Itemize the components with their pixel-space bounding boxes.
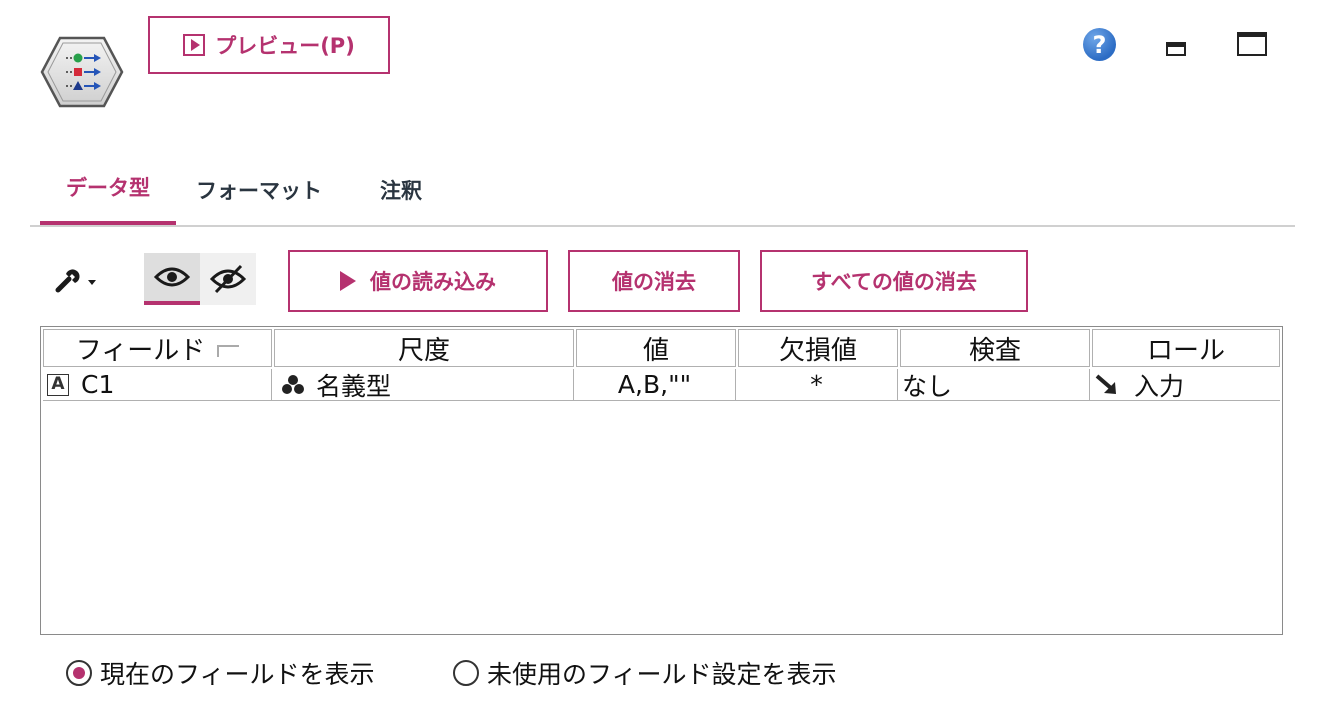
preview-button-label: プレビュー(P)	[215, 34, 355, 58]
table-cell-field[interactable]: A C1	[43, 369, 272, 401]
column-header-measure[interactable]: 尺度	[274, 329, 574, 367]
type-node-icon	[40, 36, 124, 108]
column-header-measure-label: 尺度	[397, 335, 450, 366]
field-name: C1	[81, 370, 115, 399]
missing-value: *	[810, 370, 823, 399]
eye-icon[interactable]	[144, 253, 200, 305]
table-cell-check[interactable]: なし	[898, 369, 1090, 401]
column-header-role[interactable]: ロール	[1092, 329, 1280, 367]
column-header-field[interactable]: フィールド	[43, 329, 272, 367]
column-header-values-label: 値	[642, 335, 669, 366]
tab-data-type[interactable]: データ型	[40, 165, 176, 225]
clear-all-values-button[interactable]: すべての値の消去	[760, 250, 1028, 312]
column-header-missing-label: 欠損値	[778, 335, 857, 366]
clear-values-label: 値の消去	[612, 270, 696, 294]
column-header-check-label: 検査	[968, 335, 1021, 366]
table-cell-role[interactable]: 入力	[1090, 369, 1280, 401]
column-header-role-label: ロール	[1146, 335, 1225, 366]
help-icon-glyph: ?	[1092, 30, 1107, 59]
table-cell-values[interactable]: A,B,""	[574, 369, 736, 401]
measure-value: 名義型	[316, 371, 392, 401]
text-type-icon: A	[47, 373, 69, 396]
check-value: なし	[902, 371, 953, 401]
values-value: A,B,""	[617, 370, 692, 399]
show-current-fields-radio[interactable]: 現在のフィールドを表示	[66, 655, 375, 691]
read-values-button[interactable]: 値の読み込み	[288, 250, 548, 312]
clear-values-button[interactable]: 値の消去	[568, 250, 740, 312]
read-values-label: 値の読み込み	[370, 270, 496, 294]
table-cell-measure[interactable]: 名義型	[272, 369, 574, 401]
tab-data-type-label: データ型	[66, 176, 150, 200]
column-header-values[interactable]: 値	[576, 329, 736, 367]
tab-format-label: フォーマット	[196, 179, 322, 203]
tab-annotation-label: 注釈	[380, 179, 422, 203]
input-role-arrow-icon	[1095, 373, 1116, 394]
show-unused-fields-radio[interactable]: 未使用のフィールド設定を表示	[453, 655, 837, 691]
radio-unselected-indicator	[453, 660, 479, 686]
text-type-glyph: A	[51, 374, 65, 394]
tab-format[interactable]: フォーマット	[196, 165, 346, 225]
tab-annotation[interactable]: 注釈	[380, 165, 440, 225]
sort-indicator-icon	[217, 345, 240, 357]
clear-all-values-label: すべての値の消去	[811, 270, 977, 294]
column-header-missing[interactable]: 欠損値	[738, 329, 898, 367]
preview-button[interactable]: プレビュー(P)	[148, 16, 390, 74]
play-icon	[340, 271, 356, 291]
radio-selected-indicator	[66, 660, 92, 686]
show-unused-fields-label: 未使用のフィールド設定を表示	[487, 660, 837, 689]
nominal-measure-icon	[282, 374, 304, 394]
wrench-icon[interactable]	[52, 262, 100, 296]
minimize-icon[interactable]	[1166, 42, 1186, 56]
help-icon[interactable]: ?	[1083, 28, 1116, 61]
column-header-check[interactable]: 検査	[900, 329, 1090, 367]
maximize-icon[interactable]	[1237, 32, 1267, 56]
table-cell-missing[interactable]: *	[736, 369, 898, 401]
eye-slash-icon[interactable]	[200, 253, 256, 305]
tabs-divider	[30, 225, 1295, 227]
play-icon	[183, 34, 206, 56]
column-header-field-label: フィールド	[75, 335, 206, 366]
role-value: 入力	[1134, 371, 1185, 401]
show-current-fields-label: 現在のフィールドを表示	[100, 660, 375, 689]
